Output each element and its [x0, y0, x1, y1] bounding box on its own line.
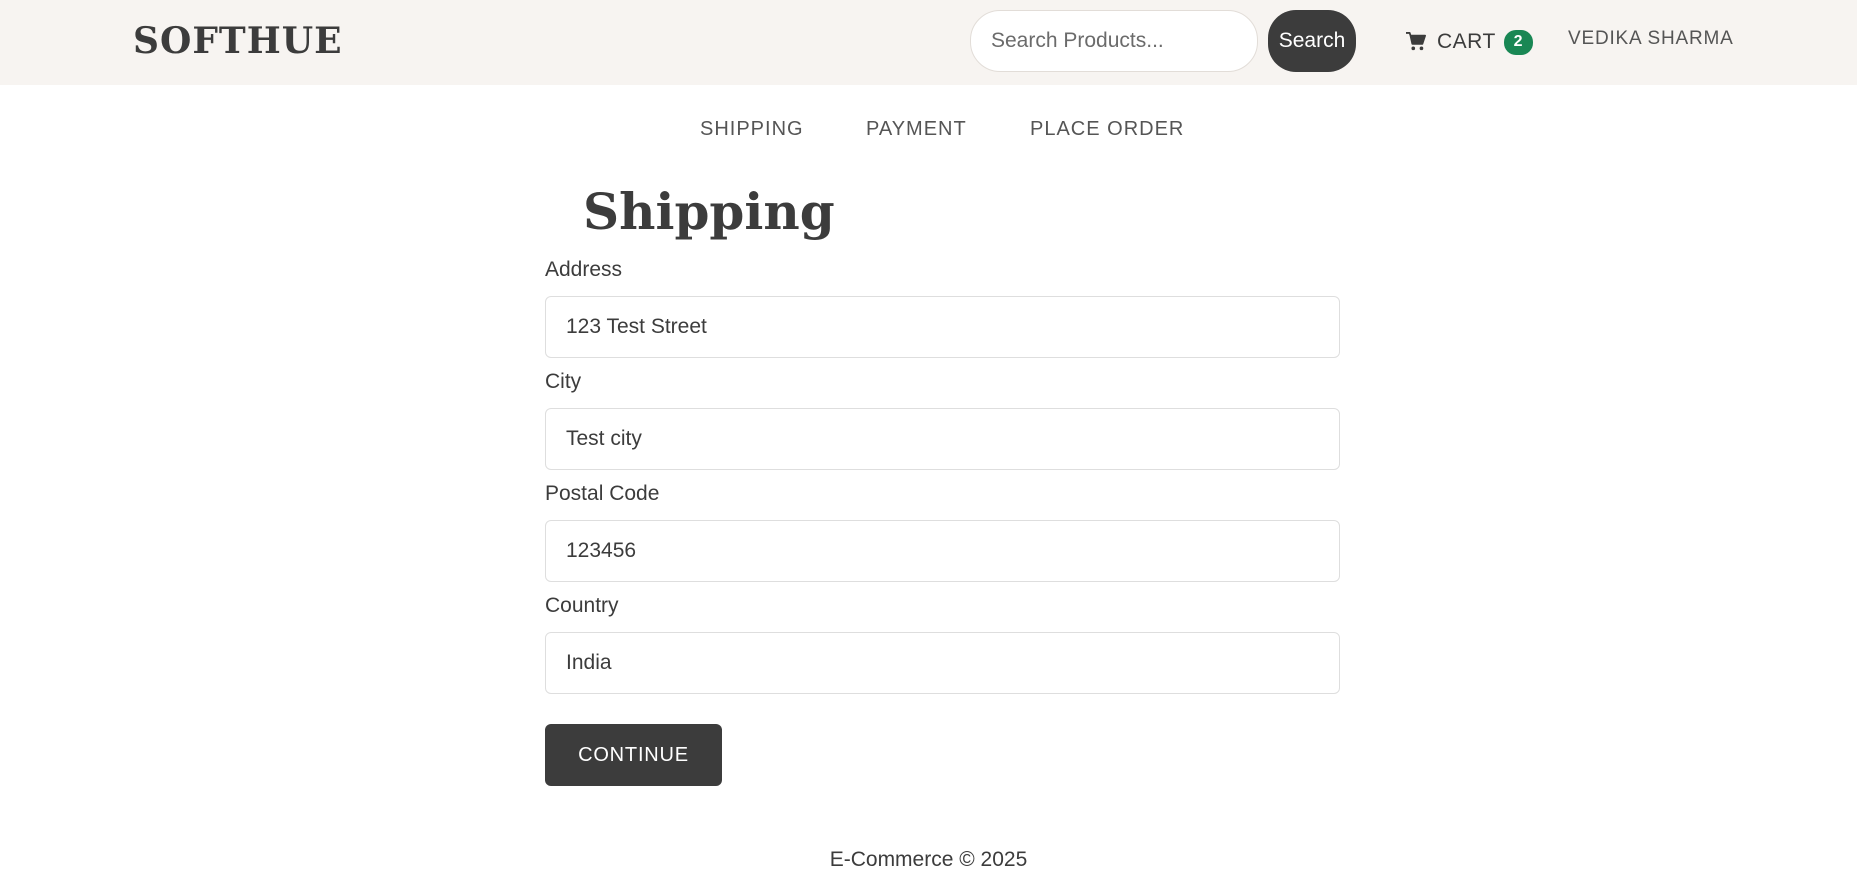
country-field[interactable]	[545, 632, 1340, 694]
brand-logo[interactable]: SOFTHUE	[133, 20, 343, 62]
shopping-cart-icon	[1406, 32, 1426, 51]
city-field[interactable]	[545, 408, 1340, 470]
cart-link[interactable]: CART 2	[1405, 24, 1533, 60]
search-button[interactable]: Search	[1268, 10, 1356, 72]
continue-button[interactable]: CONTINUE	[545, 724, 722, 786]
address-label: Address	[545, 258, 623, 281]
postal-code-label: Postal Code	[545, 482, 660, 505]
search-input[interactable]	[970, 10, 1258, 72]
cart-label: CART	[1437, 30, 1496, 53]
postal-code-field[interactable]	[545, 520, 1340, 582]
country-label: Country	[545, 594, 619, 617]
address-field[interactable]	[545, 296, 1340, 358]
page-title: Shipping	[583, 182, 835, 241]
step-payment[interactable]: PAYMENT	[866, 118, 967, 141]
city-label: City	[545, 370, 582, 393]
footer-copyright: E-Commerce © 2025	[829, 848, 1028, 870]
step-shipping[interactable]: SHIPPING	[700, 118, 804, 141]
top-navbar: SOFTHUE Search CART 2 VEDIKA SHARMA	[0, 0, 1857, 85]
user-menu[interactable]: VEDIKA SHARMA	[1568, 28, 1734, 50]
checkout-steps: SHIPPING PAYMENT PLACE ORDER	[0, 118, 1857, 146]
step-place-order[interactable]: PLACE ORDER	[1030, 118, 1184, 141]
cart-count-badge: 2	[1503, 29, 1533, 55]
